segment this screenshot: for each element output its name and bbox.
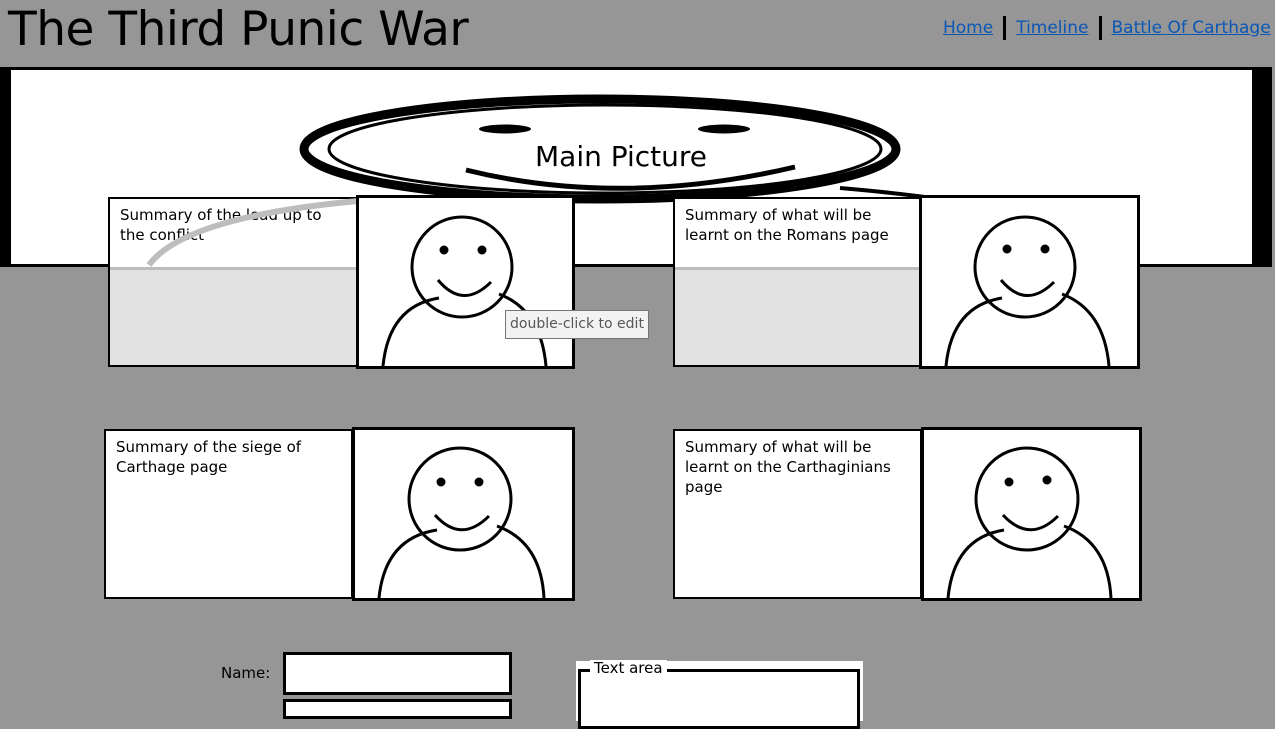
person-placeholder-icon [377,446,546,598]
name-input[interactable] [283,652,512,695]
summary-text: Summary of what will be learnt on the Ro… [685,206,889,244]
second-input[interactable] [283,699,512,719]
nav-link-timeline[interactable]: Timeline [1016,18,1088,38]
name-label: Name: [221,664,271,682]
top-nav: Home Timeline Battle Of Carthage [943,16,1271,40]
card-image[interactable] [352,427,575,601]
card-image[interactable] [356,195,575,369]
summary-card-lead-up[interactable]: Summary of the lead up to the conflict [108,195,576,369]
summary-card-romans[interactable]: Summary of what will be learnt on the Ro… [673,195,1140,369]
page-title: The Third Punic War [8,2,469,57]
summary-text-box[interactable]: Summary of the siege of Carthage page [104,429,353,599]
banner-arc-overlay [146,198,359,267]
nav-separator [1003,16,1007,40]
text-area-input[interactable] [578,669,860,729]
main-picture-label: Main Picture [535,140,708,173]
person-placeholder-icon [944,215,1111,366]
summary-text-box[interactable]: Summary of what will be learnt on the Ca… [673,429,922,599]
text-area-label: Text area [590,660,667,677]
summary-text: Summary of what will be learnt on the Ca… [685,438,891,496]
nav-link-home[interactable]: Home [943,18,993,38]
summary-card-siege[interactable]: Summary of the siege of Carthage page [104,427,576,601]
summary-card-carthaginians[interactable]: Summary of what will be learnt on the Ca… [673,427,1142,601]
edit-tooltip: double-click to edit [505,310,649,339]
summary-text-box[interactable]: Summary of what will be learnt on the Ro… [673,197,922,367]
person-placeholder-icon [381,215,548,366]
nav-link-battle-of-carthage[interactable]: Battle Of Carthage [1112,18,1271,38]
person-placeholder-icon [946,446,1113,598]
summary-text: Summary of the siege of Carthage page [116,438,302,476]
text-area-group: Text area [576,660,863,729]
card-image[interactable] [921,427,1142,601]
nav-separator [1098,16,1102,40]
card-image[interactable] [919,195,1140,369]
